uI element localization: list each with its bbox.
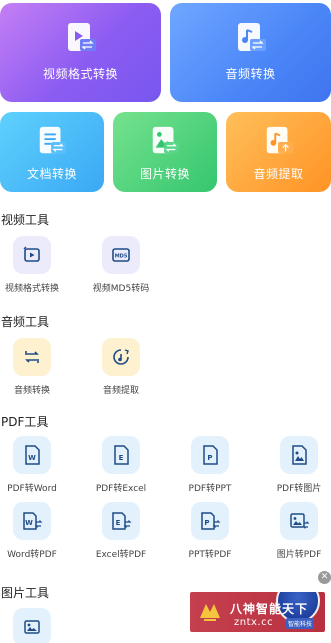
icon-letter: P [204,519,209,527]
ad-badge: 智能科技 [286,618,315,629]
audio-extract-label: 音频提取 [253,167,304,181]
image-tool-icon [13,608,51,643]
word-convert-icon: W [13,502,51,540]
audio-convert-label: 音频转换 [225,67,276,81]
image-doc-icon [280,436,318,474]
ad-site: zntx.cc [234,617,274,628]
image-convert-card[interactable]: 图片转换 [113,112,217,192]
tool-name: PDF转Excel [95,484,147,494]
md5-icon: MD5 [102,236,140,274]
audio-tools-title: 音频工具 [1,315,50,329]
video-format-tool-icon [13,236,51,274]
ad-brand: 八神智能天下 [230,602,309,616]
tool-name: 图片转PDF [276,550,322,560]
doc-convert-card[interactable]: 文档转换 [0,112,104,192]
video-format-label: 视频格式转换 [42,67,118,81]
ad-logo-icon [196,598,224,626]
tool-name: PPT转PDF [188,550,232,560]
tool-name: PDF转Word [7,484,57,494]
ppt-doc-icon: P [191,436,229,474]
tools-page: 视频格式转换 音频转换 文档转换 图片转换 音频提取 视频工具 视频格式转换 M… [0,0,331,643]
ad-banner[interactable]: 八神智能天下 zntx.cc 智能科技 [190,592,325,632]
document-convert-icon [36,125,68,161]
tool-name: PDF转图片 [276,484,322,494]
tool-image-first[interactable] [0,608,72,643]
tool-image-to-pdf[interactable]: 图片转PDF [259,502,331,560]
tool-video-format[interactable]: 视频格式转换 [0,236,72,294]
tool-pdf-to-word[interactable]: W PDF转Word [0,436,72,494]
pdf-tools-title: PDF工具 [1,415,49,429]
tool-audio-extract[interactable]: 音频提取 [81,338,161,396]
doc-convert-label: 文档转换 [26,167,77,181]
tool-audio-convert[interactable]: 音频转换 [0,338,72,396]
excel-doc-icon: E [102,436,140,474]
video-tools-title: 视频工具 [1,213,50,227]
tool-excel-to-pdf[interactable]: E Excel转PDF [81,502,161,560]
icon-letter: P [207,454,212,462]
icon-letter: W [25,519,33,527]
ppt-convert-icon: P [191,502,229,540]
image-convert-icon [149,125,181,161]
audio-extract-icon [263,125,295,161]
audio-convert-icon [234,21,268,59]
video-format-card[interactable]: 视频格式转换 [0,3,161,102]
tool-name: 视频格式转换 [4,284,59,294]
icon-letter: E [119,454,124,462]
icon-letter: W [28,454,36,462]
audio-extract-card[interactable]: 音频提取 [226,112,331,192]
tool-word-to-pdf[interactable]: W Word转PDF [0,502,72,560]
tool-pdf-to-ppt[interactable]: P PDF转PPT [170,436,250,494]
video-convert-icon [64,21,98,59]
tool-name: Excel转PDF [95,550,147,560]
tool-video-md5[interactable]: MD5 视频MD5转码 [81,236,161,294]
excel-convert-icon: E [102,502,140,540]
image-convert-label: 图片转换 [139,167,190,181]
ad-close-icon[interactable]: ✕ [318,571,331,584]
tool-name: 音频提取 [102,386,139,396]
tool-name: 音频转换 [13,386,50,396]
image-convert-tool-icon [280,502,318,540]
tool-name: PDF转PPT [188,484,232,494]
icon-letter: E [116,519,121,527]
tool-name: 视频MD5转码 [92,284,150,294]
audio-convert-tool-icon [13,338,51,376]
image-tools-title: 图片工具 [1,586,50,600]
tool-pdf-to-excel[interactable]: E PDF转Excel [81,436,161,494]
tool-pdf-to-image[interactable]: PDF转图片 [259,436,331,494]
audio-convert-card[interactable]: 音频转换 [170,3,331,102]
audio-extract-tool-icon [102,338,140,376]
word-doc-icon: W [13,436,51,474]
tool-ppt-to-pdf[interactable]: P PPT转PDF [170,502,250,560]
tool-name: Word转PDF [7,550,57,560]
md5-icon-text: MD5 [115,254,128,260]
